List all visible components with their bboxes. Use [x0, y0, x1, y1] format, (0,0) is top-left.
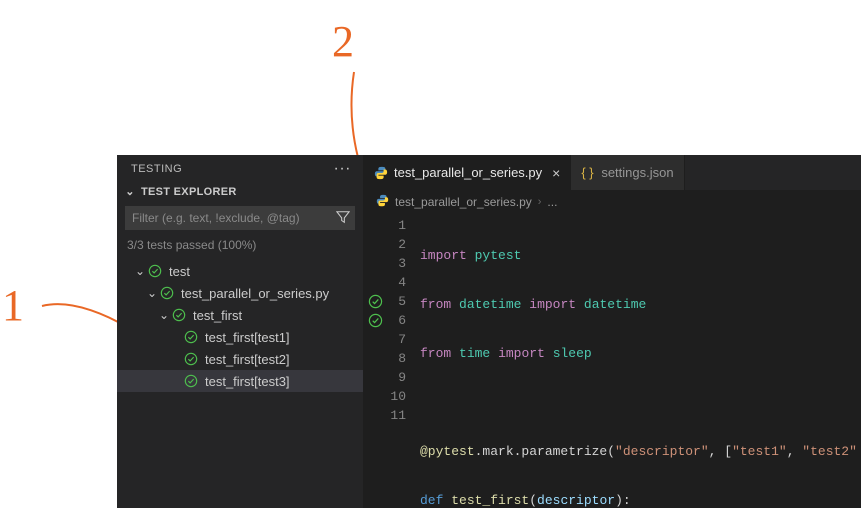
breadcrumb-more: ...: [547, 195, 557, 209]
gutter-pass-icon[interactable]: [364, 311, 386, 330]
filter-row: [125, 206, 355, 230]
tab-label: settings.json: [601, 165, 673, 180]
vscode-window: TESTING ··· ⌄ TEST EXPLORER 3/3 tests pa…: [117, 155, 861, 508]
test-status: 3/3 tests passed (100%): [117, 234, 363, 258]
tree-label: test_parallel_or_series.py: [179, 286, 329, 301]
code-editor[interactable]: 1234567891011 import pytest from datetim…: [364, 214, 861, 508]
chevron-down-icon: ⌄: [145, 286, 159, 300]
tree-case[interactable]: test_first[test3]: [117, 370, 363, 392]
pass-icon: [183, 373, 199, 389]
tab-settings[interactable]: { } settings.json: [571, 155, 684, 190]
chevron-right-icon: ›: [538, 196, 542, 208]
tree-case[interactable]: test_first[test1]: [117, 326, 363, 348]
pass-icon: [183, 329, 199, 345]
filter-icon[interactable]: [332, 210, 354, 227]
tree-label: test_first[test2]: [203, 352, 290, 367]
editor-tabs: test_parallel_or_series.py × { } setting…: [364, 155, 861, 190]
tree-label: test: [167, 264, 190, 279]
tab-label: test_parallel_or_series.py: [394, 165, 542, 180]
sidebar-title-row: TESTING ···: [117, 155, 363, 181]
annotation-1: 1: [2, 280, 24, 331]
line-numbers: 1234567891011: [386, 214, 420, 508]
python-file-icon: [376, 194, 389, 210]
tree-label: test_first: [191, 308, 242, 323]
python-file-icon: [374, 166, 388, 180]
pass-icon: [171, 307, 187, 323]
chevron-down-icon: ⌄: [133, 264, 147, 278]
test-explorer-header[interactable]: ⌄ TEST EXPLORER: [117, 181, 363, 204]
tree-root[interactable]: ⌄ test: [117, 260, 363, 282]
tree-label: test_first[test3]: [203, 374, 290, 389]
glyph-margin: [364, 214, 386, 508]
breadcrumb-file: test_parallel_or_series.py: [395, 195, 532, 209]
more-actions-icon[interactable]: ···: [334, 165, 351, 173]
annotation-2: 2: [332, 16, 354, 67]
code-content[interactable]: import pytest from datetime import datet…: [420, 214, 861, 508]
tree-file[interactable]: ⌄ test_parallel_or_series.py: [117, 282, 363, 304]
editor-area: test_parallel_or_series.py × { } setting…: [364, 155, 861, 508]
tab-test-file[interactable]: test_parallel_or_series.py ×: [364, 155, 571, 190]
filter-input[interactable]: [126, 207, 332, 229]
chevron-down-icon: ⌄: [123, 185, 137, 198]
tree-group[interactable]: ⌄ test_first: [117, 304, 363, 326]
test-tree: ⌄ test ⌄ test_parallel_or_series.py ⌄ te…: [117, 258, 363, 394]
gutter-pass-icon[interactable]: [364, 292, 386, 311]
breadcrumb[interactable]: test_parallel_or_series.py › ...: [364, 190, 861, 214]
pass-icon: [183, 351, 199, 367]
close-icon[interactable]: ×: [552, 165, 560, 181]
chevron-down-icon: ⌄: [157, 308, 171, 322]
section-label: TEST EXPLORER: [141, 186, 237, 198]
pass-icon: [147, 263, 163, 279]
json-file-icon: { }: [581, 165, 595, 180]
pass-icon: [159, 285, 175, 301]
testing-sidebar: TESTING ··· ⌄ TEST EXPLORER 3/3 tests pa…: [117, 155, 364, 508]
tree-label: test_first[test1]: [203, 330, 290, 345]
sidebar-title: TESTING: [131, 163, 182, 175]
tree-case[interactable]: test_first[test2]: [117, 348, 363, 370]
